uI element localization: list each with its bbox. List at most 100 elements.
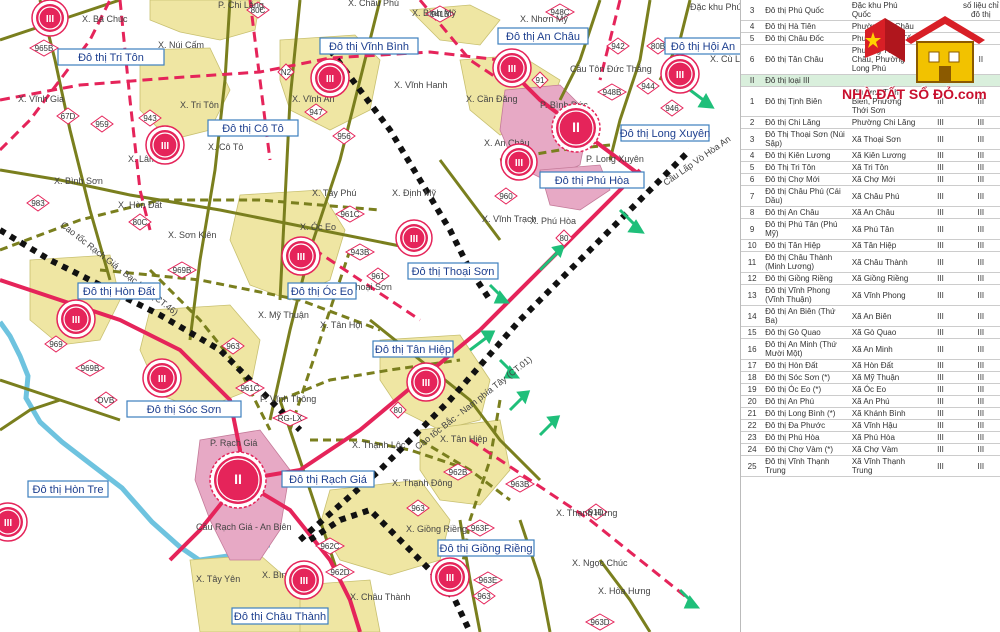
table-cell-stt: 23 [741,431,764,444]
city-label-text: Đô thị Óc Eo [291,285,353,298]
site-logo [865,16,985,83]
table-row: 17 Đô thị Hòn Đất Xã Hòn Đất III III [741,359,1000,372]
city-class-mark: III [515,158,524,169]
road-shield-label: 80 [560,234,569,243]
table-cell-name: Đô thị Vĩnh Phong (Vĩnh Thuận) [763,284,850,306]
table-cell-c4: III [920,338,961,360]
road-shield-label: 969B [173,266,192,275]
table-cell-name: Đô thị Tân Châu [763,44,850,75]
table-row: 19 Đô thị Óc Eo (*) Xã Óc Eo III III [741,383,1000,396]
city-label-text: Đô thị Châu Thành [234,611,326,623]
commune-label: Cầu Lấp Vò Hòa An [661,134,732,188]
table-cell-name: Đô thị Tân Hiệp [763,239,850,252]
table-cell-c5: III [960,284,1000,306]
road-shield-icon: 946 [660,99,684,117]
table-cell-stt: 5 [741,161,764,174]
city-label: Đô thị Hòn Tre [27,480,109,498]
city-node-icon: III [31,0,69,37]
road-shield-label: 948B [603,88,622,97]
table-cell-c5: III [960,251,1000,273]
table-cell-area: Xã Chợ Vàm [849,443,921,456]
table-cell-area: Xã Phú Hòa [849,431,921,444]
table-cell-c5: III [960,272,1000,285]
table-cell-c4: III [920,326,961,339]
city-class-mark: III [422,378,431,389]
road-shield-label: 965B [35,44,54,53]
table-cell-c4: III [920,383,961,396]
road-shield-icon: 944 [636,77,660,95]
table-cell-c5: III [960,305,1000,327]
table-cell-area: Xã Vĩnh Hậu [849,419,921,432]
table-cell-c5: III [960,128,1000,150]
table-cell-area: Xã Chợ Mới [849,173,921,186]
table-cell-name: Đô thị Giồng Riềng [763,272,850,285]
road-shield-label: 963F [471,524,489,533]
city-node-icon: III [310,58,350,98]
table-cell-stt: 1 [741,86,764,117]
city-node-icon: III [406,362,446,402]
table-row: 6 Đô thị Chợ Mới Xã Chợ Mới III III [741,173,1000,186]
commune-label: X. Mỹ Thuận [258,310,309,320]
commune-label: X. Bà Chúc [82,14,128,24]
table-cell-c5: III [960,431,1000,444]
table-cell-c4: III [920,218,961,240]
road-shield-label: 946 [665,104,679,113]
city-class-mark: III [72,315,81,326]
commune-label: X. Vĩnh Hanh [394,80,448,90]
table-cell-name: Đô thị Gò Quao [763,326,850,339]
commune-label: X. Châu Thành [350,592,410,602]
table-cell-c5: III [960,173,1000,186]
commune-label: X. Cô Tô [208,142,243,152]
city-node-icon: III [145,125,185,165]
city-label: Đô thị Thoại Sơn [407,262,499,280]
table-cell-c4: III [920,407,961,420]
road-shield-label: 960 [499,192,513,201]
commune-label: P. Rạch Giá [210,438,257,448]
city-label: Đô thị Hòn Đất [77,282,161,300]
table-row: 13 Đô thị Vĩnh Phong (Vĩnh Thuận) Xã Vĩnh … [741,284,1000,306]
table-cell-name: Đô thị Chợ Vàm (*) [763,443,850,456]
table-cell-name: Đô thị Chợ Mới [763,173,850,186]
table-row: 14 Đô thị An Biên (Thứ Ba) Xã An Biên III II… [741,305,1000,327]
commune-label: X. Định Mỹ [392,188,437,198]
road-shield-icon: 963F [464,519,496,537]
table-cell-name: Đô thị Hà Tiên [763,20,850,33]
city-class-mark: III [161,141,170,152]
commune-label: X. Tây Yên [196,574,240,584]
table-cell-stt: 25 [741,455,764,477]
city-label: Đô thị Long Xuyên [620,124,710,142]
city-node-icon: II [209,451,267,509]
commune-label: X. Tân Hội [320,320,362,330]
table-row: 18 Đô thị Sóc Sơn (*) Xã Mỹ Thuận III III [741,371,1000,384]
table-row: 8 Đô thị An Châu Xã An Châu III III [741,206,1000,219]
table-cell-c4: III [920,371,961,384]
city-label-text: Đô thị Cô Tô [222,123,284,135]
road-shield-icon: 67D [56,107,80,125]
table-cell-name: Đô thị Sóc Sơn (*) [763,371,850,384]
table-row: 25 Đô thị Vĩnh Thạnh Trung Xã Vĩnh Thạnh T… [741,455,1000,477]
road-shield-label: 962B [449,468,468,477]
commune-label: X. Cần Đăng [466,94,518,104]
commune-label: P. Vĩnh Thông [260,394,316,404]
city-node-icon: III [281,236,321,276]
commune-label: P. Long Xuyên [586,154,644,164]
city-class-mark: II [572,119,580,135]
table-cell-stt: 2 [741,116,764,129]
road-shield-icon: 80 [555,229,573,247]
table-cell-stt: II [741,74,764,87]
commune-label: X. Vĩnh Gia [18,94,64,104]
table-cell-name: Đô thị Hòn Đất [763,359,850,372]
table-cell-c4: III [920,419,961,432]
table-cell-area: Xã Hòn Đất [849,359,921,372]
table-cell-name: Đô thị Châu Đốc [763,32,850,45]
table-row: 7 Đô thị Châu Phú (Cái Dầu) Xã Châu Phú III… [741,185,1000,207]
road-shield-label: 80 [394,406,403,415]
road-shield-icon: DVB [94,391,118,409]
road-shield-icon: RG-LX [271,409,309,427]
table-cell-c5: III [960,443,1000,456]
road-shield-label: 963 [226,342,240,351]
road-shield-label: 969 [49,340,63,349]
city-label: Đô thị Châu Thành [231,607,329,625]
table-cell-c5: III [960,218,1000,240]
road-shield-label: 963 [411,504,425,513]
